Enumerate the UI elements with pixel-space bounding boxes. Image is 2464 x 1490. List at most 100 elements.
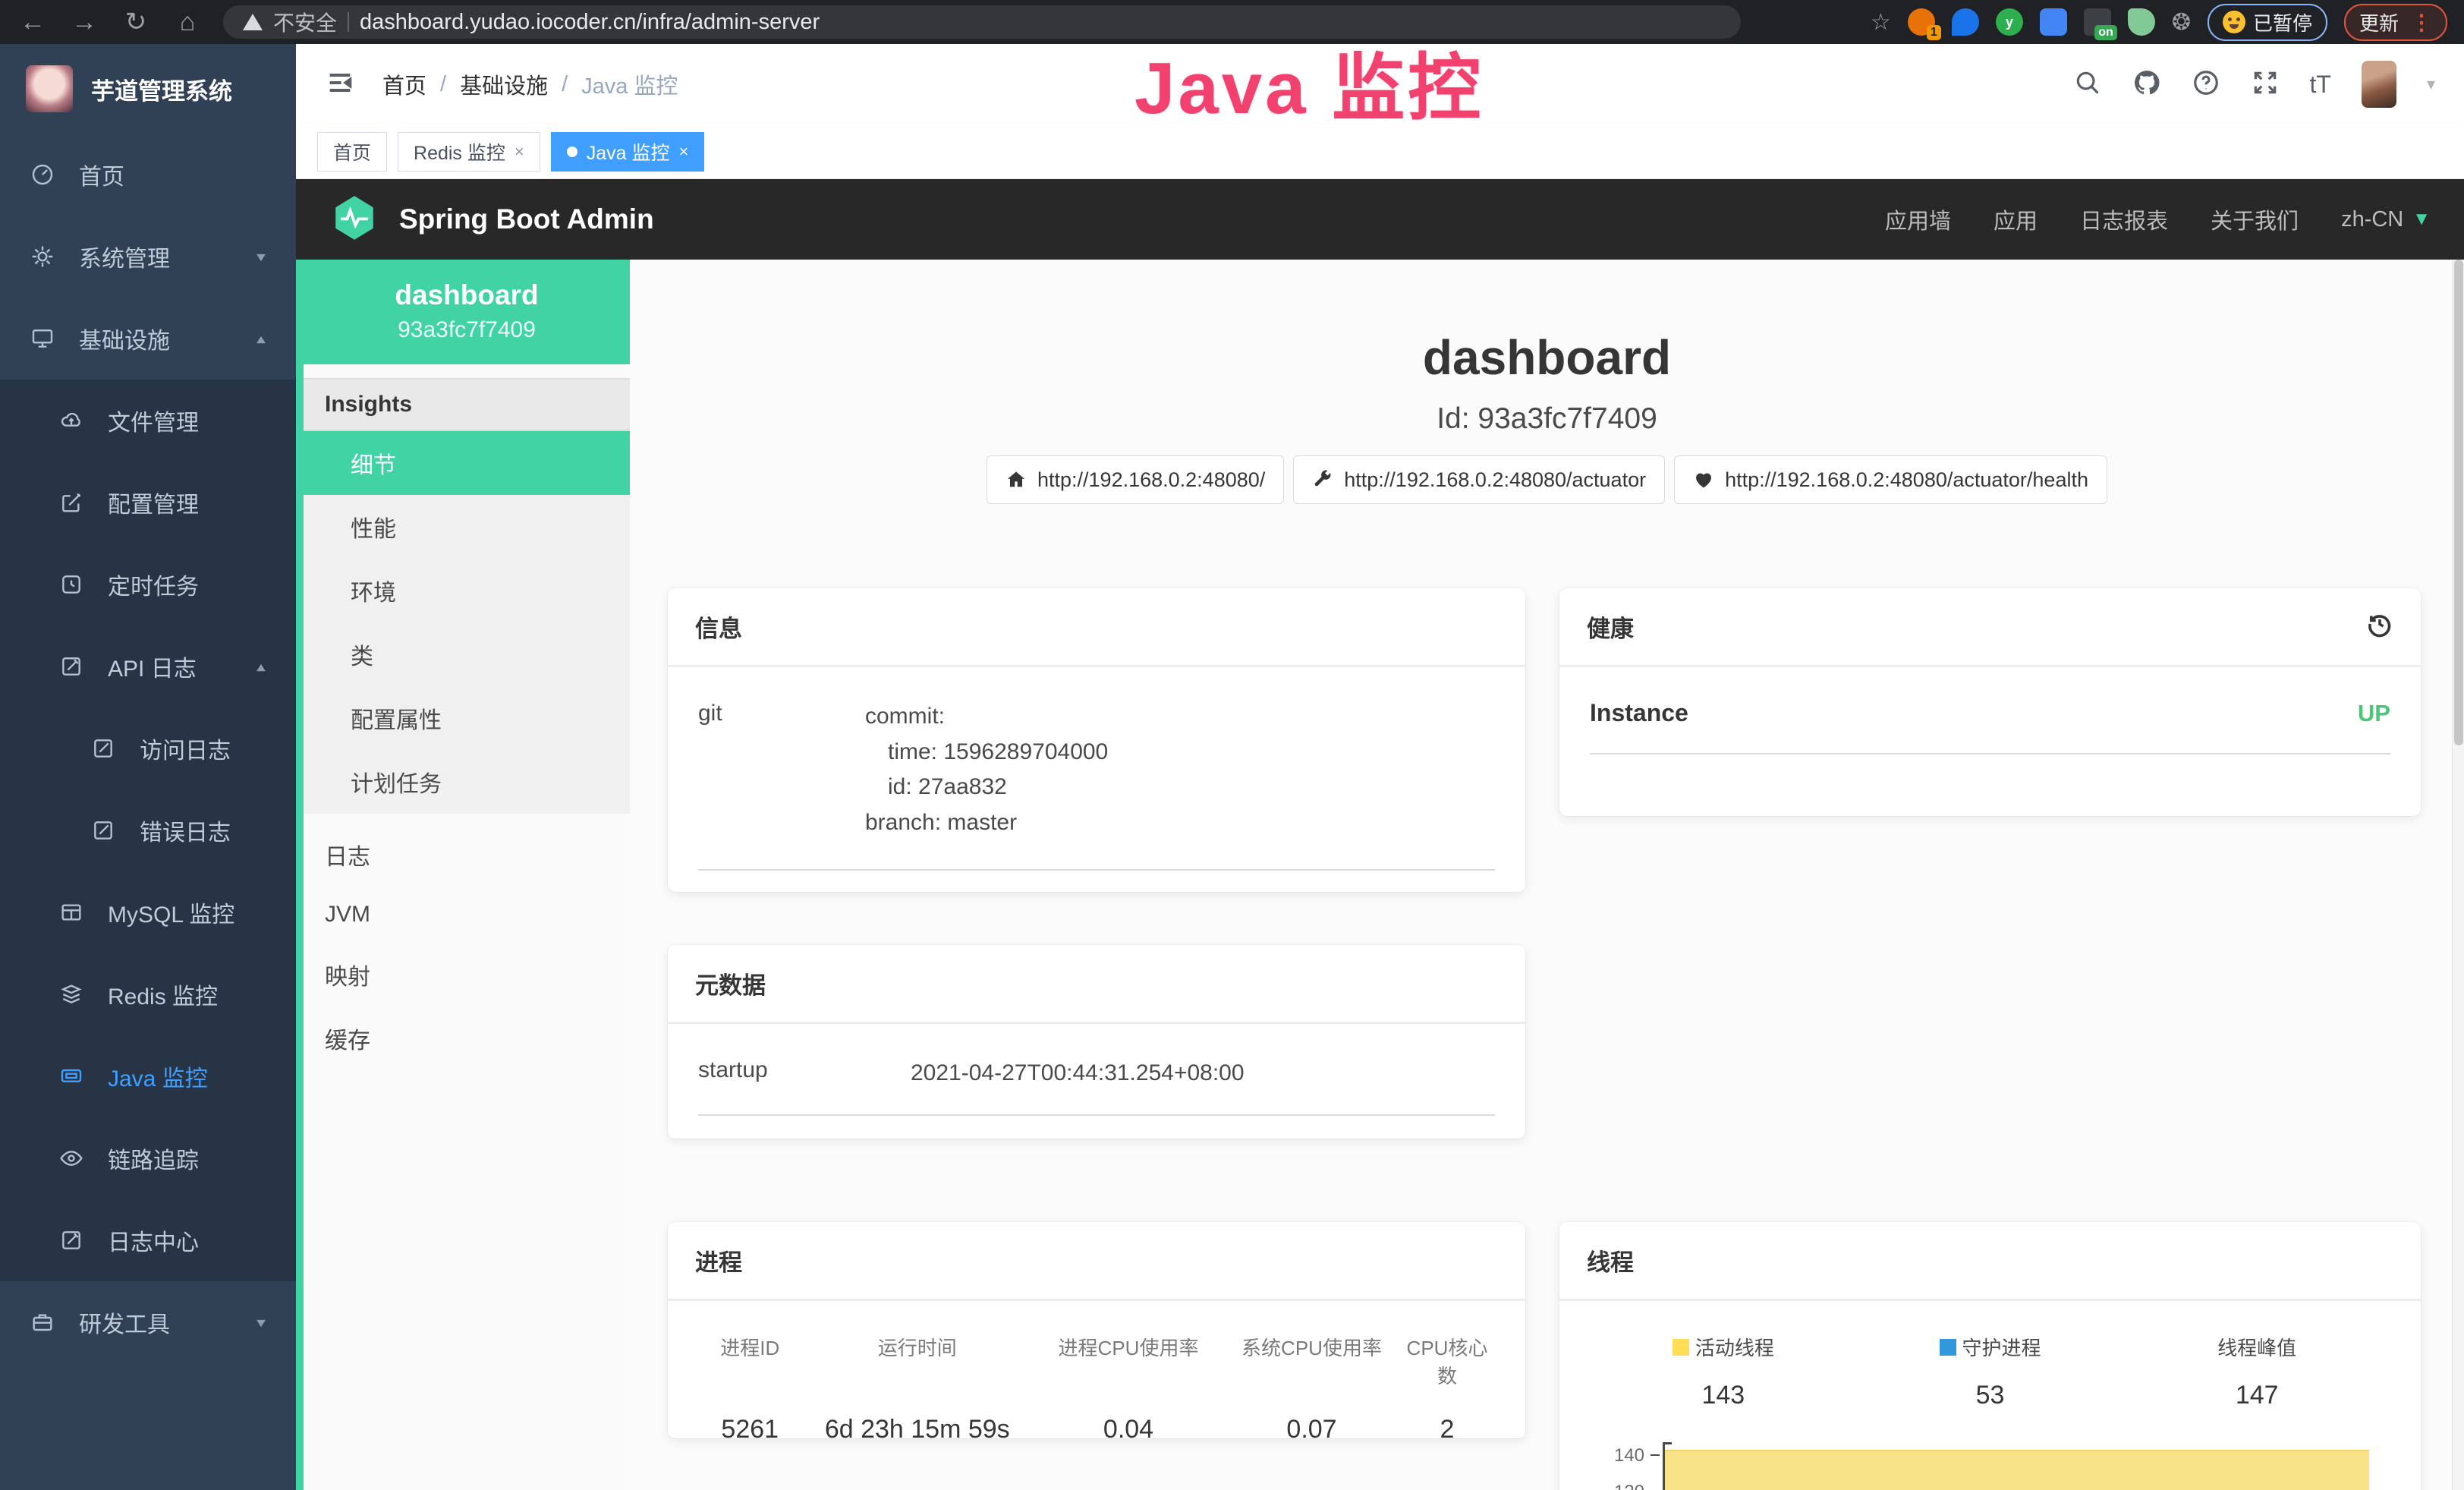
status-badge: UP (2358, 700, 2390, 727)
font-size-icon[interactable]: tT (2310, 71, 2331, 99)
tab-redis-monitor[interactable]: Redis 监控 × (398, 132, 540, 172)
sba-nav-applications[interactable]: 应用 (1994, 203, 2038, 235)
close-icon[interactable]: × (515, 142, 524, 162)
chevron-down-icon: ▼ (2412, 209, 2431, 230)
metadata-card-title: 元数据 (668, 945, 1525, 1024)
menu-item-jvm[interactable]: JVM (304, 887, 630, 943)
menu-item-logs[interactable]: 日志 (304, 823, 630, 887)
database-layers-icon (59, 982, 85, 1006)
header-toolbar: tT ▾ (2073, 61, 2435, 108)
log-edit-icon (91, 736, 117, 761)
extension-y-icon[interactable]: y (1996, 8, 2023, 36)
sba-nav-journal[interactable]: 日志报表 (2080, 203, 2168, 235)
sidebar-item-mysql-monitor[interactable]: MySQL 监控 (0, 871, 296, 953)
home-icon[interactable]: ⌂ (172, 0, 203, 44)
sba-nav-wallboard[interactable]: 应用墙 (1885, 203, 1951, 235)
breadcrumb-separator: / (562, 72, 568, 97)
service-url-button[interactable]: http://192.168.0.2:48080/ (987, 455, 1284, 504)
menu-item-metrics[interactable]: 性能 (304, 495, 630, 559)
health-url-button[interactable]: http://192.168.0.2:48080/actuator/health (1674, 455, 2107, 504)
content-column: 首页 / 基础设施 / Java 监控 tT ▾ 首页 Redis (296, 44, 2464, 1490)
help-icon[interactable] (2192, 68, 2220, 101)
avatar-caret-icon[interactable]: ▾ (2427, 74, 2435, 94)
menu-item-details[interactable]: 细节 (304, 431, 630, 495)
timer-icon (59, 572, 85, 597)
sidebar-item-label: 访问日志 (140, 732, 231, 765)
close-icon[interactable]: × (679, 142, 689, 162)
legend-live-threads: 活动线程 143 (1590, 1333, 1857, 1410)
git-commit-line: commit: (865, 699, 1108, 735)
sidebar-item-error-log[interactable]: 错误日志 (0, 789, 296, 871)
sidebar-item-system[interactable]: 系统管理 ▾ (0, 216, 296, 298)
menu-item-caches[interactable]: 缓存 (304, 1006, 630, 1070)
menu-item-classes[interactable]: 类 (304, 622, 630, 686)
fullscreen-icon[interactable] (2251, 68, 2280, 101)
scrollbar-thumb[interactable] (2454, 260, 2463, 745)
extension-orange-icon[interactable]: 1 (1908, 8, 1935, 36)
sidebar-item-scheduled-jobs[interactable]: 定时任务 (0, 543, 296, 625)
page-title: dashboard (630, 329, 2464, 386)
actuator-url-button[interactable]: http://192.168.0.2:48080/actuator (1293, 455, 1665, 504)
extension-switch-icon[interactable]: on (2084, 8, 2111, 36)
sidebar-item-redis-monitor[interactable]: Redis 监控 (0, 953, 296, 1035)
metadata-card-body: startup 2021-04-27T00:44:31.254+08:00 (668, 1024, 1525, 1139)
col-pid: 进程ID (698, 1333, 802, 1389)
forward-icon[interactable]: → (68, 0, 100, 44)
menu-item-config-props[interactable]: 配置属性 (304, 686, 630, 750)
sidebar-item-tracing[interactable]: 链路追踪 (0, 1117, 296, 1199)
breadcrumb-home[interactable]: 首页 (382, 68, 426, 100)
app-root: 芋道管理系统 首页 系统管理 ▾ 基础设施 ▴ 文件管理 配置管理 (0, 44, 2464, 1490)
sidebar-item-home[interactable]: 首页 (0, 134, 296, 216)
sidebar-item-java-monitor[interactable]: Java 监控 (0, 1035, 296, 1117)
breadcrumb-infrastructure[interactable]: 基础设施 (460, 68, 548, 100)
history-icon[interactable] (2366, 610, 2393, 644)
spring-boot-admin-logo (329, 193, 379, 247)
menu-item-scheduled-tasks[interactable]: 计划任务 (304, 750, 630, 814)
sidebar-item-infrastructure[interactable]: 基础设施 ▴ (0, 298, 296, 380)
log-edit-icon (91, 818, 117, 843)
metadata-row-startup: startup 2021-04-27T00:44:31.254+08:00 (698, 1056, 1495, 1116)
extensions-puzzle-icon[interactable]: ❂ (2172, 9, 2191, 36)
sba-header: Spring Boot Admin 应用墙 应用 日志报表 关于我们 zh-CN… (296, 179, 2464, 260)
address-bar[interactable]: 不安全 dashboard.yudao.iocoder.cn/infra/adm… (223, 5, 1741, 39)
github-icon[interactable] (2132, 68, 2161, 101)
paused-profile-pill[interactable]: 已暂停 (2208, 4, 2327, 41)
menu-item-environment[interactable]: 环境 (304, 559, 630, 622)
metadata-value: 2021-04-27T00:44:31.254+08:00 (911, 1056, 1245, 1092)
update-label: 更新 (2359, 8, 2399, 36)
scrollbar[interactable] (2452, 260, 2464, 1490)
sidebar-item-config-management[interactable]: 配置管理 (0, 461, 296, 543)
sidebar-item-devtools[interactable]: 研发工具 ▾ (0, 1281, 296, 1363)
reload-icon[interactable]: ↻ (120, 0, 152, 44)
sidebar-item-access-log[interactable]: 访问日志 (0, 707, 296, 789)
sba-nav-about[interactable]: 关于我们 (2211, 203, 2299, 235)
health-key: Instance (1590, 699, 1688, 727)
sba-brand-title[interactable]: Spring Boot Admin (399, 203, 654, 235)
instance-id: 93a3fc7f7409 (311, 317, 622, 343)
extension-leaf-icon[interactable] (2128, 8, 2155, 36)
health-card-header: 健康 (1559, 588, 2421, 667)
bookmark-star-icon[interactable]: ☆ (1871, 9, 1891, 36)
sidebar-item-file-management[interactable]: 文件管理 (0, 380, 296, 461)
sidebar: 芋道管理系统 首页 系统管理 ▾ 基础设施 ▴ 文件管理 配置管理 (0, 44, 296, 1490)
tab-java-monitor[interactable]: Java 监控 × (551, 132, 705, 172)
extension-pin-icon[interactable] (1952, 8, 1979, 36)
app-logo-row[interactable]: 芋道管理系统 (0, 44, 296, 134)
search-icon[interactable] (2073, 68, 2102, 101)
legend-label: 守护进程 (1962, 1333, 2041, 1361)
browser-menu-icon[interactable]: ⋮ (2411, 10, 2432, 35)
peak-threads-value: 147 (2123, 1381, 2390, 1410)
back-icon[interactable]: ← (17, 0, 49, 44)
edit-square-icon (59, 490, 85, 515)
user-avatar[interactable] (2362, 61, 2396, 108)
menu-item-mappings[interactable]: 映射 (304, 943, 630, 1006)
locale-selector[interactable]: zh-CN ▼ (2341, 207, 2431, 232)
extension-grid-icon[interactable] (2040, 8, 2067, 36)
divider (348, 12, 349, 32)
sidebar-item-api-log[interactable]: API 日志 ▴ (0, 625, 296, 707)
update-browser-button[interactable]: 更新 ⋮ (2344, 4, 2447, 41)
sidebar-item-log-center[interactable]: 日志中心 (0, 1199, 296, 1281)
collapse-sidebar-icon[interactable] (325, 68, 355, 102)
threads-card-body: 活动线程 143 守护进程 53 线程峰值 147 (1559, 1301, 2421, 1490)
tab-home[interactable]: 首页 (317, 132, 387, 172)
